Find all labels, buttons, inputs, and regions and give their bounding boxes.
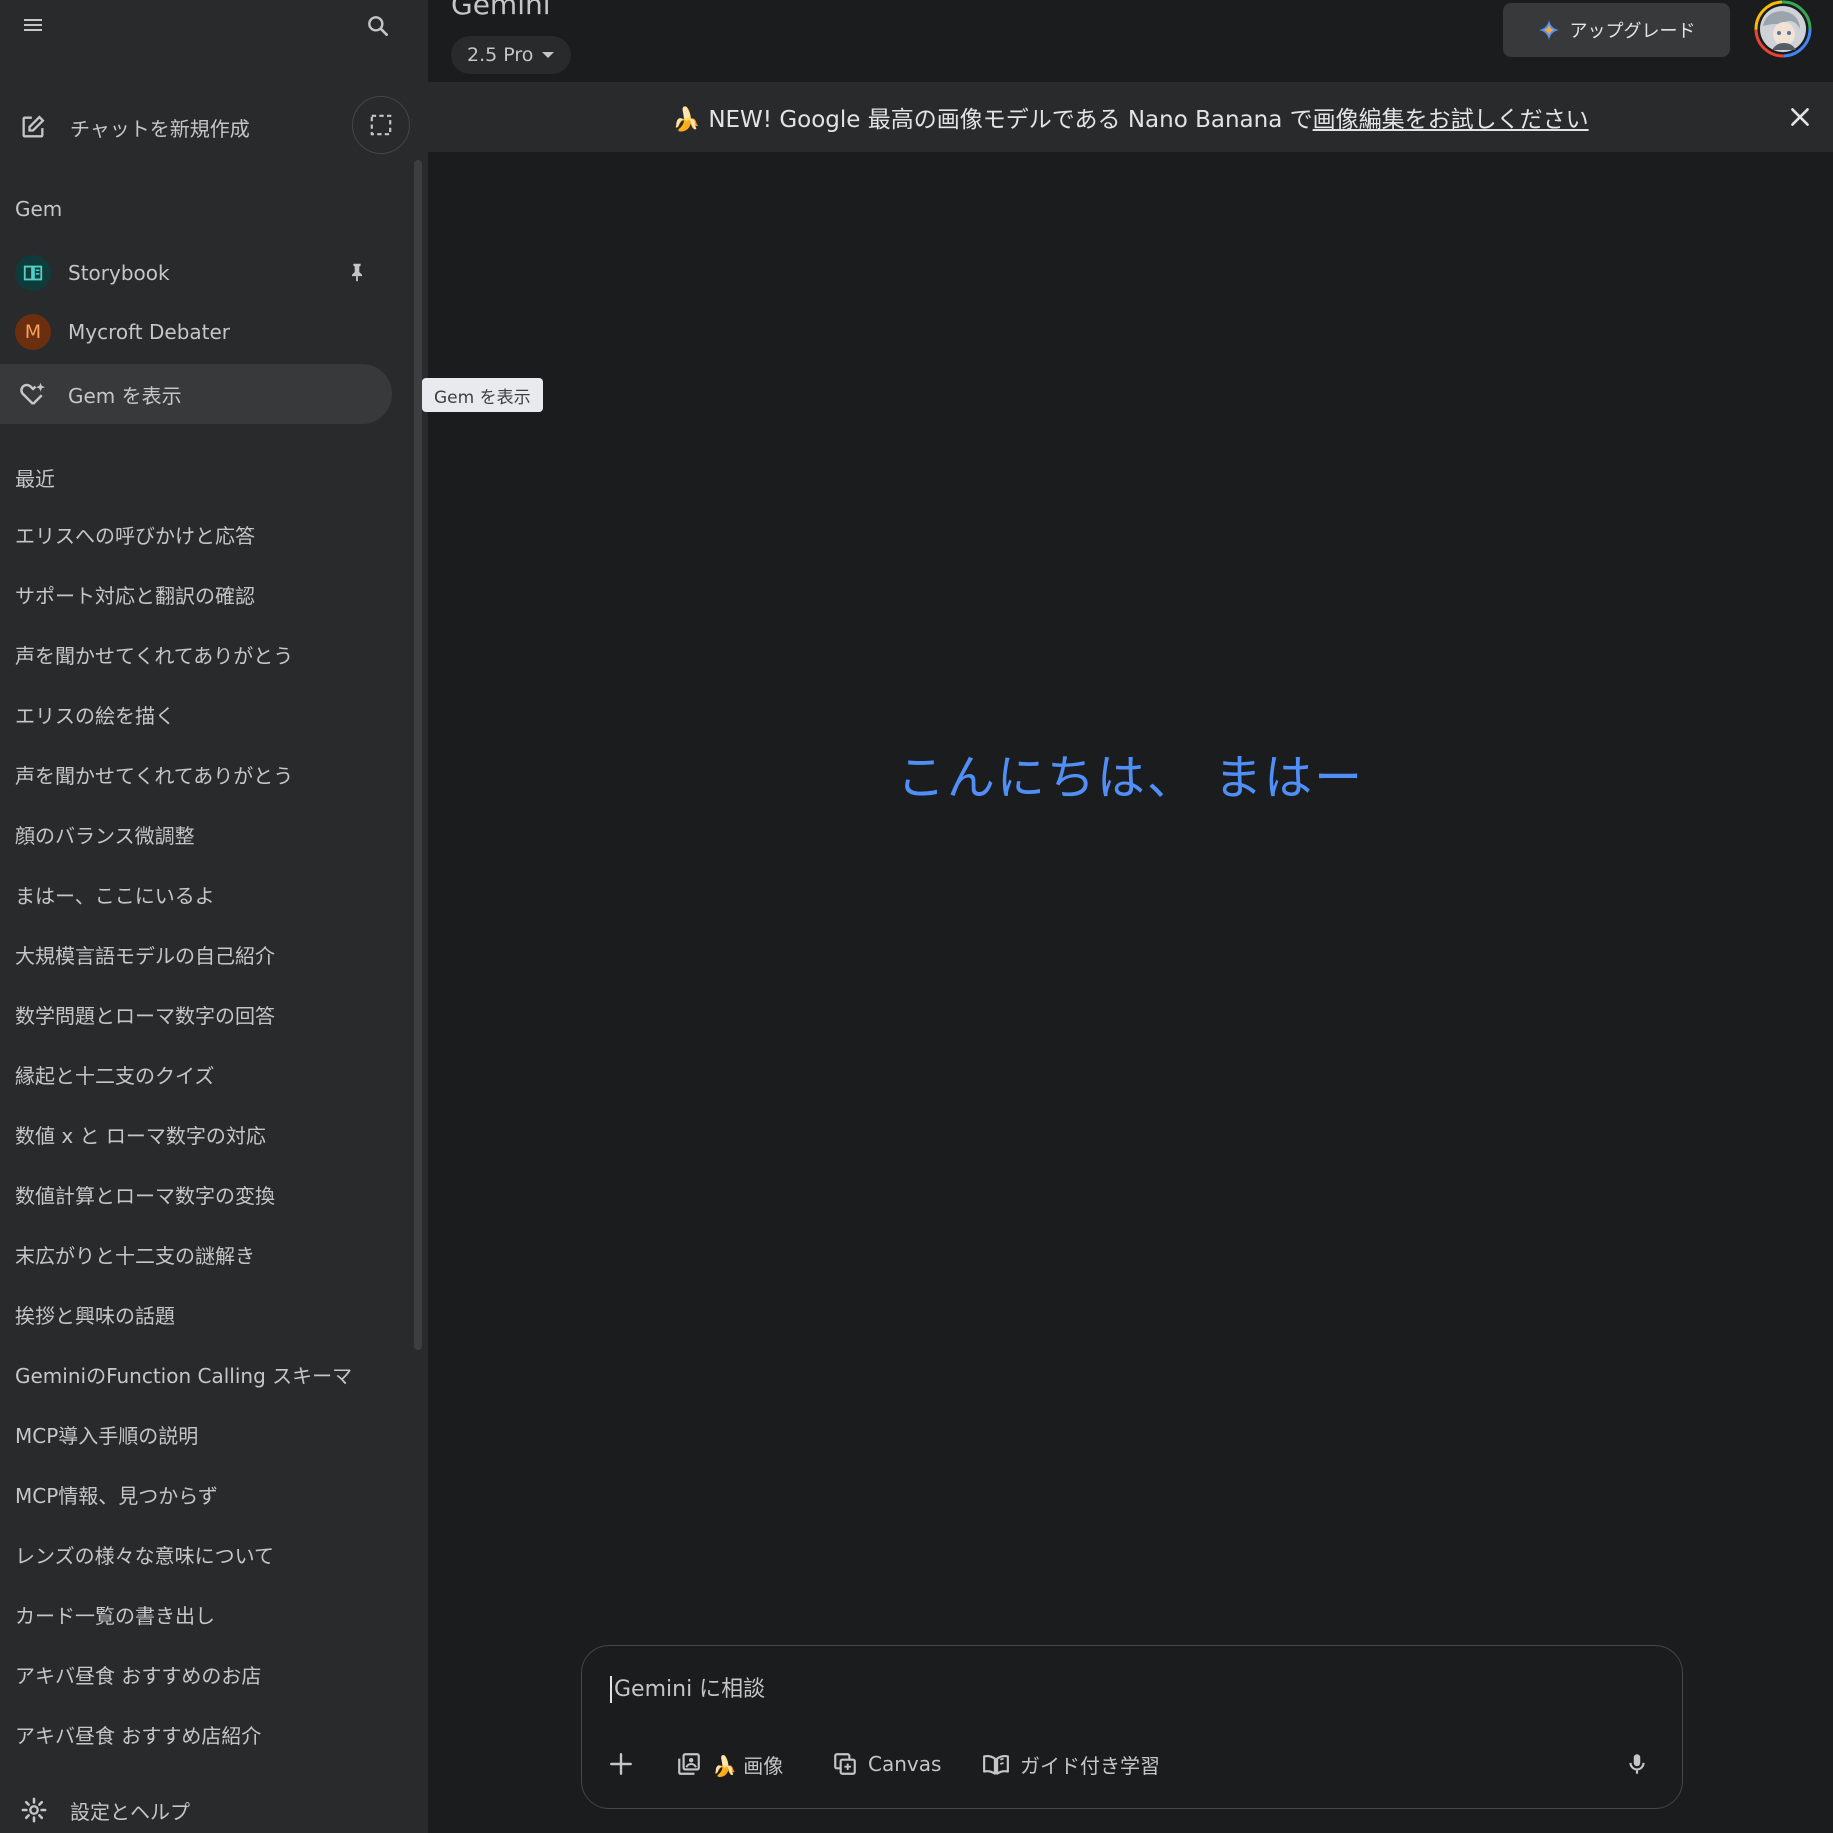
- search-button[interactable]: [358, 6, 398, 46]
- gear-icon: [21, 1797, 47, 1823]
- show-gems-button[interactable]: Gem を表示: [0, 364, 392, 424]
- plus-icon: [610, 1753, 632, 1775]
- dashed-square-icon: [370, 114, 392, 136]
- sidebar: チャットを新規作成 Gem Storybook M Mycroft Debate…: [0, 0, 428, 1833]
- sidebar-scrollbar[interactable]: [414, 160, 422, 1350]
- microphone-icon: [1629, 1754, 1645, 1774]
- new-chat-label: チャットを新規作成: [70, 116, 250, 141]
- recent-chat-item[interactable]: レンズの様々な意味について: [0, 1526, 410, 1586]
- image-gallery-icon: [678, 1753, 700, 1775]
- banner-text: 🍌 NEW! Google 最高の画像モデルである Nano Banana で: [672, 107, 1313, 133]
- gem-item-storybook[interactable]: Storybook: [0, 244, 392, 302]
- upgrade-button[interactable]: アップグレード: [1503, 3, 1730, 57]
- main-menu-button[interactable]: [14, 6, 52, 44]
- prompt-input[interactable]: [610, 1676, 1516, 1703]
- recent-chat-item[interactable]: 顔のバランス微調整: [0, 806, 410, 866]
- recent-chat-item[interactable]: 声を聞かせてくれてありがとう: [0, 746, 410, 806]
- recent-chat-item[interactable]: サポート対応と翻訳の確認: [0, 566, 410, 626]
- recent-chat-list: エリスへの呼びかけと応答 サポート対応と翻訳の確認 声を聞かせてくれてありがとう…: [0, 506, 410, 1766]
- image-tool-label: 🍌 画像: [712, 1753, 784, 1778]
- show-gems-label: Gem を表示: [68, 383, 182, 408]
- recent-chat-item[interactable]: 数値 x と ローマ数字の対応: [0, 1106, 410, 1166]
- edit-icon: [16, 110, 50, 144]
- account-avatar[interactable]: [1754, 0, 1812, 58]
- image-tool-button[interactable]: 🍌 画像: [676, 1746, 783, 1782]
- recent-chat-item[interactable]: 大規模言語モデルの自己紹介: [0, 926, 410, 986]
- gem-item-mycroft-debater[interactable]: M Mycroft Debater: [0, 303, 392, 361]
- guided-learning-label: ガイド付き学習: [1020, 1753, 1160, 1778]
- recent-chat-item[interactable]: 縁起と十二支のクイズ: [0, 1046, 410, 1106]
- menu-icon: [24, 19, 42, 31]
- upgrade-label: アップグレード: [1569, 21, 1696, 42]
- recent-chat-item[interactable]: アキバ昼食 おすすめ店紹介: [0, 1706, 410, 1766]
- recent-chat-item[interactable]: エリスへの呼びかけと応答: [0, 506, 410, 566]
- canvas-tool-button[interactable]: Canvas: [832, 1746, 941, 1782]
- recent-chat-item[interactable]: アキバ昼食 おすすめのお店: [0, 1646, 410, 1706]
- recent-section-heading: 最近: [15, 467, 55, 491]
- model-selector[interactable]: 2.5 Pro: [451, 36, 572, 74]
- guided-learning-button[interactable]: ガイド付き学習: [982, 1746, 1160, 1782]
- close-banner-button[interactable]: [1787, 104, 1813, 130]
- recent-chat-item[interactable]: MCP情報、見つからず: [0, 1466, 410, 1526]
- sparkle-icon: [1538, 19, 1559, 41]
- gem-initial-avatar: M: [15, 314, 51, 350]
- storybook-icon: [15, 255, 51, 291]
- settings-label: 設定とヘルプ: [70, 1799, 190, 1824]
- microphone-button[interactable]: [1624, 1746, 1650, 1782]
- add-button[interactable]: [608, 1746, 634, 1782]
- recent-chat-item[interactable]: 声を聞かせてくれてありがとう: [0, 626, 410, 686]
- recent-chat-item[interactable]: カード一覧の書き出し: [0, 1586, 410, 1646]
- promo-banner: 🍌 NEW! Google 最高の画像モデルである Nano Banana で画…: [428, 82, 1833, 152]
- temporary-chat-button[interactable]: [352, 96, 410, 154]
- recent-chat-item[interactable]: GeminiのFunction Calling スキーマ: [0, 1346, 410, 1406]
- recent-chat-item[interactable]: まはー、ここにいるよ: [0, 866, 410, 926]
- recent-chat-item[interactable]: 末広がりと十二支の謎解き: [0, 1226, 410, 1286]
- recent-chat-item[interactable]: 数学問題とローマ数字の回答: [0, 986, 410, 1046]
- close-icon: [1791, 108, 1809, 126]
- gem-section-heading: Gem: [15, 197, 63, 221]
- banner-link[interactable]: 画像編集をお試しください: [1313, 100, 1589, 134]
- recent-chat-item[interactable]: 数値計算とローマ数字の変換: [0, 1166, 410, 1226]
- new-chat-button[interactable]: チャットを新規作成: [0, 96, 300, 158]
- dropdown-arrow-icon: [542, 52, 555, 58]
- gem-label: Storybook: [68, 261, 170, 285]
- recent-chat-item[interactable]: エリスの絵を描く: [0, 686, 410, 746]
- recent-chat-item[interactable]: MCP導入手順の説明: [0, 1406, 410, 1466]
- canvas-icon: [834, 1753, 856, 1775]
- recent-chat-item[interactable]: 挨拶と興味の話題: [0, 1286, 410, 1346]
- greeting-text: こんにちは、 まはー: [896, 750, 1365, 806]
- gem-label: Mycroft Debater: [68, 320, 231, 344]
- pin-icon[interactable]: [346, 261, 368, 283]
- show-gems-tooltip: Gem を表示: [422, 378, 543, 412]
- prompt-input-box: 🍌 画像 Canvas ガイド付き学習: [581, 1645, 1683, 1809]
- model-label: 2.5 Pro: [467, 44, 534, 66]
- book-icon: [983, 1754, 1009, 1775]
- settings-and-help-button[interactable]: 設定とヘルプ: [0, 1780, 428, 1833]
- search-icon: [368, 16, 388, 36]
- gem-sparkle-icon: [20, 382, 45, 405]
- app-title: Gemini: [451, 0, 551, 21]
- canvas-tool-label: Canvas: [868, 1752, 942, 1776]
